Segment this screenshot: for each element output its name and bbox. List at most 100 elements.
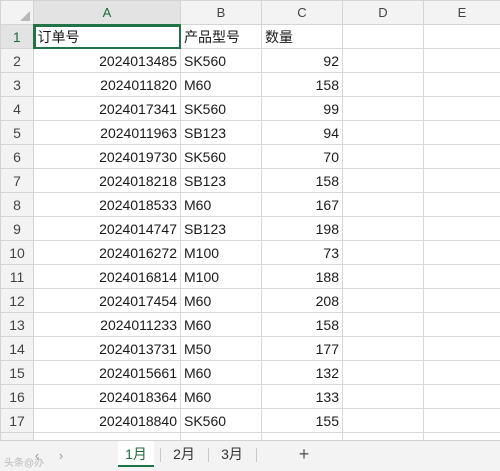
cell-empty[interactable] <box>423 312 500 337</box>
cell-empty[interactable] <box>423 144 500 169</box>
cell-product-model[interactable]: M60 <box>180 312 262 337</box>
cell-order-number[interactable]: 2024013731 <box>33 336 181 361</box>
sheet-tab-2[interactable]: 2月 <box>166 441 202 467</box>
cell-empty[interactable] <box>423 168 500 193</box>
cell-empty[interactable] <box>342 216 424 241</box>
cell-product-model[interactable]: SK560 <box>180 144 262 169</box>
cell-empty[interactable] <box>423 360 500 385</box>
cell-quantity[interactable]: 133 <box>261 384 343 409</box>
cell-product-model[interactable]: M100 <box>180 264 262 289</box>
cell-product-model[interactable]: M60 <box>180 72 262 97</box>
cell-quantity[interactable]: 99 <box>261 96 343 121</box>
cell-product-model[interactable]: SB123 <box>180 216 262 241</box>
cell-empty[interactable] <box>342 312 424 337</box>
cell-empty[interactable] <box>423 216 500 241</box>
row-header[interactable]: 4 <box>0 96 34 121</box>
cell-product-model[interactable]: M50 <box>180 336 262 361</box>
cell-order-number[interactable]: 2024015661 <box>33 360 181 385</box>
cell-empty[interactable] <box>423 72 500 97</box>
cell-empty[interactable] <box>342 24 424 49</box>
column-header-b[interactable]: B <box>180 0 262 25</box>
cell-quantity[interactable]: 198 <box>261 216 343 241</box>
row-header[interactable]: 5 <box>0 120 34 145</box>
sheet-tab-3[interactable]: 3月 <box>214 441 250 467</box>
cell-empty[interactable] <box>342 192 424 217</box>
cell-empty[interactable] <box>423 240 500 265</box>
cell-empty[interactable] <box>423 408 500 433</box>
cell-product-model[interactable]: SK560 <box>180 408 262 433</box>
cell-quantity[interactable]: 92 <box>261 48 343 73</box>
spreadsheet-grid[interactable]: A B C D E 1 订单号 产品型号 数量 2 2024013485 SK560 92 3 2… <box>0 0 500 440</box>
cell-quantity[interactable] <box>261 432 343 440</box>
column-header-c[interactable]: C <box>261 0 343 25</box>
cell-order-number[interactable]: 2024016272 <box>33 240 181 265</box>
cell-product-model[interactable]: SK560 <box>180 96 262 121</box>
row-header[interactable]: 12 <box>0 288 34 313</box>
row-header[interactable]: 6 <box>0 144 34 169</box>
row-header[interactable]: 18 <box>0 432 34 440</box>
cell-empty[interactable] <box>423 24 500 49</box>
row-header[interactable]: 2 <box>0 48 34 73</box>
cell-product-model[interactable]: M100 <box>180 240 262 265</box>
cell-order-number[interactable]: 2024011820 <box>33 72 181 97</box>
cell-empty[interactable] <box>423 384 500 409</box>
cell-empty[interactable] <box>423 192 500 217</box>
cell-product-model[interactable]: M60 <box>180 360 262 385</box>
cell-order-number[interactable]: 2024018364 <box>33 384 181 409</box>
cell-order-number[interactable]: 2024011963 <box>33 120 181 145</box>
cell-order-number[interactable]: 2024018533 <box>33 192 181 217</box>
cell-order-number[interactable]: 2024011233 <box>33 312 181 337</box>
cell-empty[interactable] <box>342 432 424 440</box>
cell-order-number[interactable] <box>33 432 181 440</box>
cell-empty[interactable] <box>342 336 424 361</box>
cell-empty[interactable] <box>342 408 424 433</box>
cell-product-model[interactable]: M60 <box>180 288 262 313</box>
cell-product-model[interactable]: M60 <box>180 384 262 409</box>
cell-empty[interactable] <box>423 96 500 121</box>
row-header[interactable]: 10 <box>0 240 34 265</box>
cell-empty[interactable] <box>423 432 500 440</box>
cell-empty[interactable] <box>342 168 424 193</box>
cell-empty[interactable] <box>342 120 424 145</box>
cell-order-number[interactable]: 2024017341 <box>33 96 181 121</box>
cell-order-number[interactable]: 2024014747 <box>33 216 181 241</box>
cell-empty[interactable] <box>342 384 424 409</box>
chevron-left-icon[interactable]: ‹ <box>28 447 46 465</box>
cell-quantity[interactable]: 158 <box>261 312 343 337</box>
cell-quantity[interactable]: 188 <box>261 264 343 289</box>
cell-empty[interactable] <box>423 48 500 73</box>
cell-empty[interactable] <box>342 144 424 169</box>
row-header[interactable]: 8 <box>0 192 34 217</box>
cell-empty[interactable] <box>342 72 424 97</box>
cell-product-model[interactable] <box>180 432 262 440</box>
cell-order-number[interactable]: 2024018218 <box>33 168 181 193</box>
cell-product-model[interactable]: SK560 <box>180 48 262 73</box>
cell-quantity[interactable]: 158 <box>261 72 343 97</box>
cell-quantity[interactable]: 177 <box>261 336 343 361</box>
cell-empty[interactable] <box>342 360 424 385</box>
cell-quantity[interactable]: 94 <box>261 120 343 145</box>
add-sheet-button[interactable]: + <box>294 443 314 465</box>
cell-empty[interactable] <box>342 264 424 289</box>
cell-order-number[interactable]: 2024016814 <box>33 264 181 289</box>
cell-product-model[interactable]: SB123 <box>180 120 262 145</box>
cell-quantity[interactable]: 167 <box>261 192 343 217</box>
column-header-a[interactable]: A <box>33 0 181 26</box>
cell-empty[interactable] <box>423 264 500 289</box>
cell-quantity[interactable]: 数量 <box>261 24 343 49</box>
cell-empty[interactable] <box>342 48 424 73</box>
cell-empty[interactable] <box>423 336 500 361</box>
cell-quantity[interactable]: 208 <box>261 288 343 313</box>
cell-quantity[interactable]: 158 <box>261 168 343 193</box>
row-header[interactable]: 9 <box>0 216 34 241</box>
select-all-corner[interactable] <box>0 0 34 25</box>
cell-empty[interactable] <box>342 96 424 121</box>
cell-product-model[interactable]: M60 <box>180 192 262 217</box>
sheet-tab-1[interactable]: 1月 <box>118 441 154 467</box>
row-header[interactable]: 11 <box>0 264 34 289</box>
column-header-e[interactable]: E <box>423 0 500 25</box>
cell-product-model[interactable]: 产品型号 <box>180 24 262 49</box>
sheet-table[interactable]: A B C D E 1 订单号 产品型号 数量 2 2024013485 SK560 92 3 2… <box>0 0 500 440</box>
row-header[interactable]: 7 <box>0 168 34 193</box>
row-header[interactable]: 3 <box>0 72 34 97</box>
